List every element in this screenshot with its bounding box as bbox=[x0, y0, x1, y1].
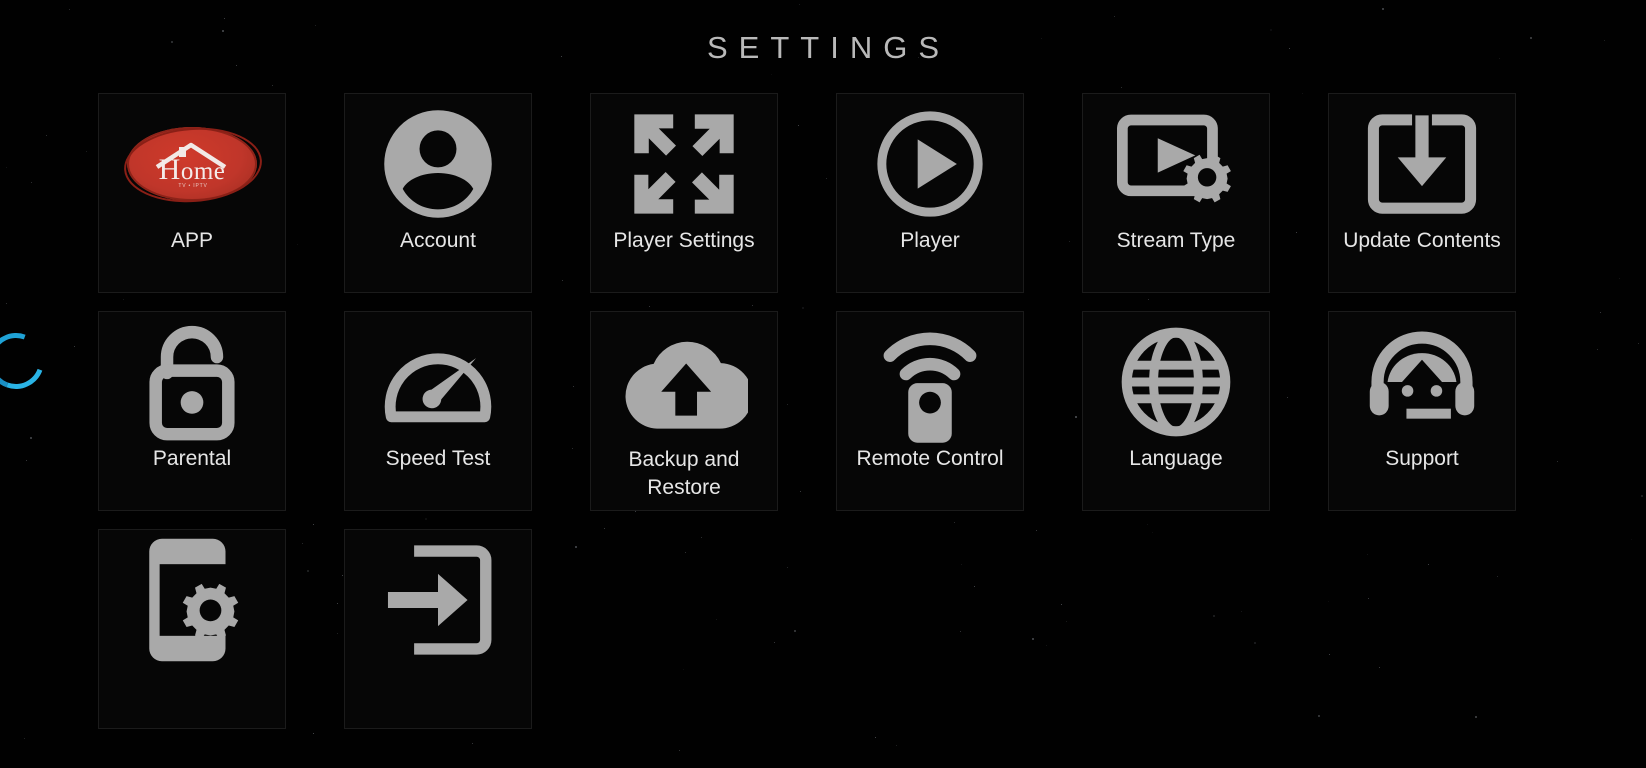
cloud-upload-icon bbox=[620, 318, 748, 446]
settings-tile-label: Speed Test bbox=[385, 447, 491, 470]
settings-tile-label: Account bbox=[400, 229, 476, 252]
settings-tile-label: APP bbox=[170, 229, 214, 252]
settings-tile-logout[interactable] bbox=[344, 529, 532, 729]
svg-text:Home: Home bbox=[159, 153, 226, 186]
settings-tile-stream-type[interactable]: Stream Type bbox=[1082, 93, 1270, 293]
play-circle-icon bbox=[874, 100, 986, 228]
remote-control-icon bbox=[875, 318, 985, 446]
settings-tile-language[interactable]: Language bbox=[1082, 311, 1270, 511]
settings-tile-grid: Home TV • IPTV APP Account Player Settings… bbox=[98, 93, 1548, 729]
settings-tile-label: Support bbox=[1385, 447, 1459, 470]
download-box-icon bbox=[1366, 100, 1478, 228]
settings-tile-speed-test[interactable]: Speed Test bbox=[344, 311, 532, 511]
settings-tile-app[interactable]: Home TV • IPTV APP bbox=[98, 93, 286, 293]
settings-tile-device-settings[interactable] bbox=[98, 529, 286, 729]
speedometer-icon bbox=[380, 318, 496, 446]
globe-icon bbox=[1120, 318, 1232, 446]
settings-tile-label: Parental bbox=[152, 447, 232, 470]
settings-tile-account[interactable]: Account bbox=[344, 93, 532, 293]
login-arrow-icon bbox=[381, 536, 495, 664]
home-logo: Home TV • IPTV bbox=[121, 100, 265, 228]
settings-tile-parental[interactable]: Parental bbox=[98, 311, 286, 511]
settings-tile-label: Player Settings bbox=[613, 229, 755, 252]
screen-gear-icon bbox=[1117, 100, 1235, 228]
settings-tile-support[interactable]: Support bbox=[1328, 311, 1516, 511]
headset-support-icon bbox=[1362, 318, 1482, 446]
settings-tile-label: Remote Control bbox=[856, 447, 1004, 470]
loading-spinner bbox=[0, 323, 54, 399]
settings-tile-label: Update Contents bbox=[1343, 229, 1501, 252]
home-logo-icon: Home TV • IPTV bbox=[121, 123, 265, 207]
settings-tile-label: Language bbox=[1129, 447, 1223, 470]
settings-tile-backup-restore[interactable]: Backup and Restore bbox=[590, 311, 778, 511]
phone-gear-icon bbox=[140, 536, 244, 664]
open-padlock-icon bbox=[139, 318, 245, 446]
settings-tile-update-contents[interactable]: Update Contents bbox=[1328, 93, 1516, 293]
settings-tile-player-settings[interactable]: Player Settings bbox=[590, 93, 778, 293]
settings-tile-player[interactable]: Player bbox=[836, 93, 1024, 293]
settings-tile-label: Player bbox=[900, 229, 960, 252]
svg-text:TV • IPTV: TV • IPTV bbox=[178, 183, 207, 189]
account-icon bbox=[382, 100, 494, 228]
settings-tile-remote-control[interactable]: Remote Control bbox=[836, 311, 1024, 511]
settings-tile-label: Stream Type bbox=[1116, 229, 1236, 252]
expand-arrows-icon bbox=[630, 100, 738, 228]
page-title: SETTINGS bbox=[706, 30, 950, 65]
settings-tile-label: Backup and Restore bbox=[628, 448, 740, 499]
